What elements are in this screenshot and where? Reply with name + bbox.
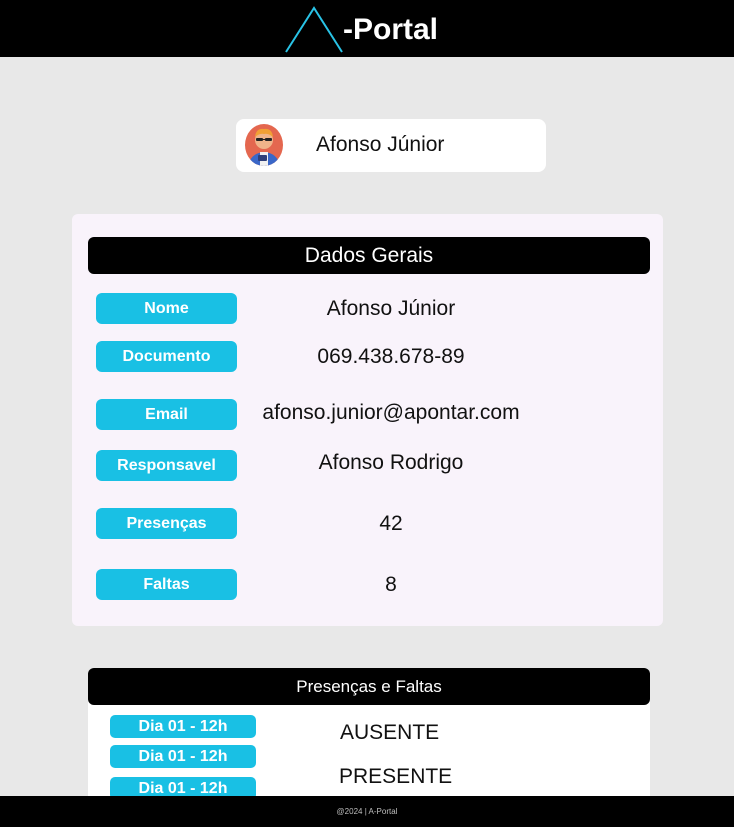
attendance-day-label: Dia 01 - 12h (110, 745, 256, 768)
name-label: Nome (96, 293, 237, 324)
document-label: Documento (96, 341, 237, 372)
attendance-status: AUSENTE (340, 721, 440, 744)
footer-copyright: @2024 | A-Portal (336, 807, 398, 816)
document-value: 069.438.678-89 (317, 345, 465, 368)
profile-name: Afonso Júnior (316, 133, 445, 156)
top-bar: -Portal (0, 0, 734, 57)
general-data-title: Dados Gerais (88, 237, 650, 274)
absences-label: Faltas (96, 569, 237, 600)
user-avatar-icon[interactable] (244, 123, 284, 167)
name-value: Afonso Júnior (326, 297, 456, 320)
responsible-value: Afonso Rodrigo (318, 451, 464, 474)
email-value: afonso.junior@apontar.com (262, 401, 520, 424)
triangle-logo-icon (285, 6, 343, 53)
attendances-value: 42 (379, 512, 403, 535)
responsible-label: Responsavel (96, 450, 237, 481)
profile-card: Afonso Júnior (236, 119, 546, 172)
email-label: Email (96, 399, 237, 430)
attendances-label: Presenças (96, 508, 237, 539)
brand-name: -Portal (343, 13, 439, 46)
attendance-status: PRESENTE (339, 765, 453, 788)
footer: @2024 | A-Portal (0, 796, 734, 827)
attendance-title: Presenças e Faltas (88, 668, 650, 705)
absences-value: 8 (385, 573, 397, 596)
attendance-day-label: Dia 01 - 12h (110, 715, 256, 738)
